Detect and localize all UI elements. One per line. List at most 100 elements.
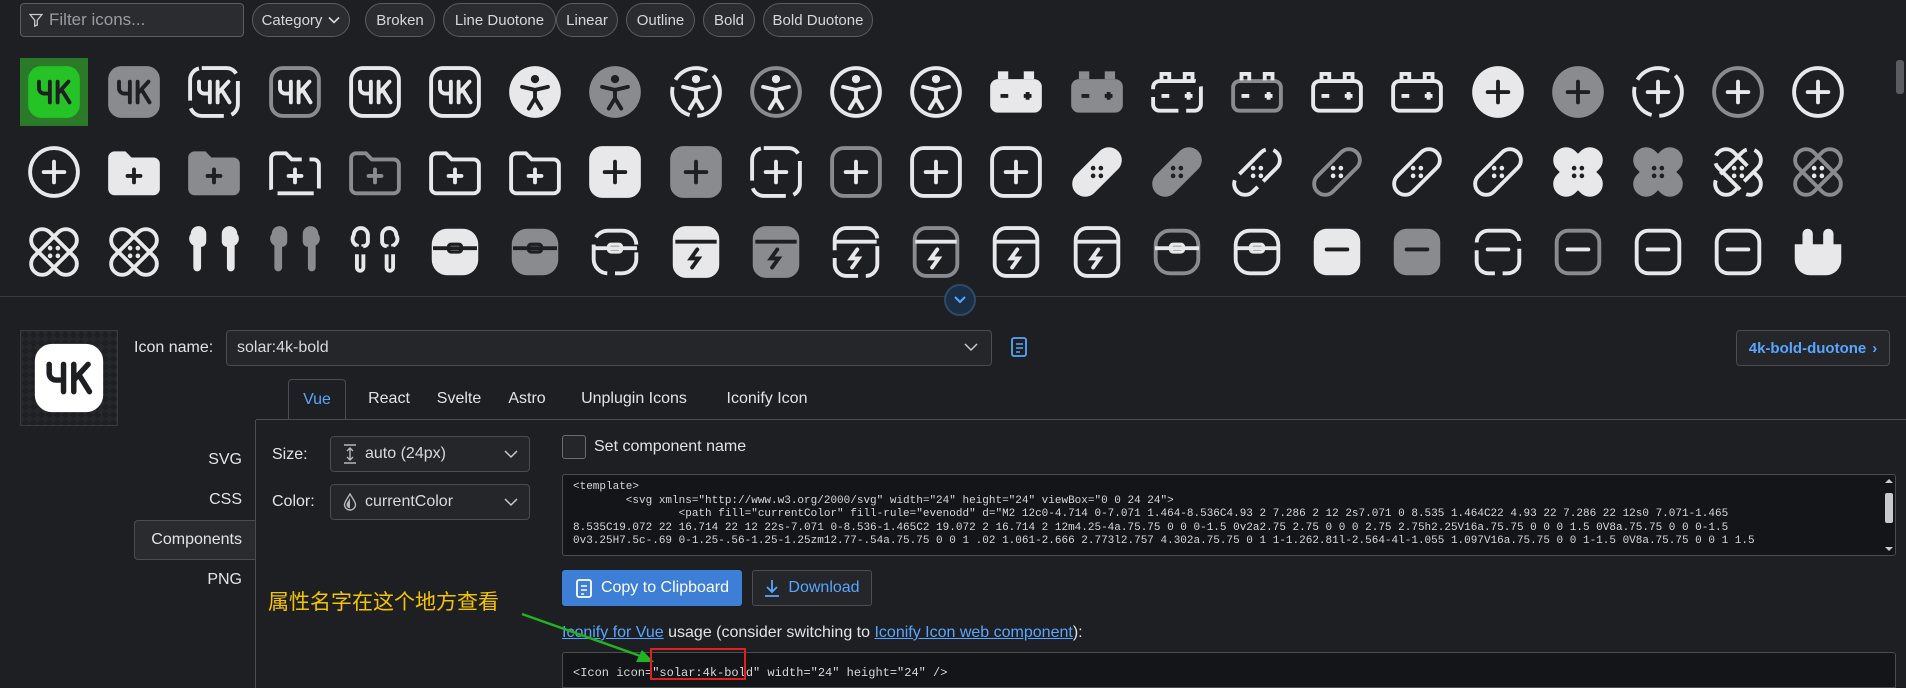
- grid-icon-airbuds-case-charge-linear[interactable]: [982, 218, 1050, 286]
- grid-icon-add-circle-bold-duotone[interactable]: [1544, 58, 1612, 126]
- expand-grid-button[interactable]: [944, 284, 976, 316]
- grid-icon-adhesive-plaster-2-linear[interactable]: [20, 218, 88, 286]
- grid-icon-airbuds-case-minimalistic-line-duotone[interactable]: [1544, 218, 1612, 286]
- grid-icon-adhesive-plaster-2-outline[interactable]: [100, 218, 168, 286]
- side-item-svg[interactable]: SVG: [208, 440, 256, 480]
- set-component-name-checkbox[interactable]: [562, 435, 586, 459]
- grid-icon-add-folder-line-duotone[interactable]: [341, 138, 409, 206]
- chip-line-duotone[interactable]: Line Duotone: [443, 3, 556, 37]
- grid-icon-add-circle-line-duotone[interactable]: [1704, 58, 1772, 126]
- grid-icon-4k-outline[interactable]: [421, 58, 489, 126]
- usage-code[interactable]: <Icon icon="solar:4k-bold" width="24" he…: [562, 652, 1896, 688]
- grid-icon-4k-line-duotone[interactable]: [261, 58, 329, 126]
- tab-react[interactable]: React: [360, 379, 418, 419]
- side-item-css[interactable]: CSS: [209, 480, 256, 520]
- grid-icon-adhesive-plaster-line-duotone[interactable]: [1303, 138, 1371, 206]
- grid-icon-add-square-bold[interactable]: [581, 138, 649, 206]
- grid-icon-airbuds-case-charge-outline[interactable]: [1063, 218, 1131, 286]
- grid-icon-airbuds-bold-duotone[interactable]: [261, 218, 329, 286]
- grid-icon-airbuds-case-bold[interactable]: [421, 218, 489, 286]
- filter-field[interactable]: [20, 3, 244, 37]
- grid-icon-accessibility-bold-duotone[interactable]: [581, 58, 649, 126]
- grid-icon-airbuds-case-charge-bold-duotone[interactable]: [742, 218, 810, 286]
- tab-iconify-icon[interactable]: Iconify Icon: [708, 379, 826, 419]
- grid-icon-adhesive-plaster-linear[interactable]: [1383, 138, 1451, 206]
- grid-icon-add-square-outline[interactable]: [982, 138, 1050, 206]
- chip-bold[interactable]: Bold: [703, 3, 755, 37]
- grid-icon-airbuds-case-linear[interactable]: [1223, 218, 1291, 286]
- grid-icon-4k-bold-duotone[interactable]: [100, 58, 168, 126]
- filter-input[interactable]: [49, 10, 239, 30]
- grid-icon-add-folder-bold-duotone[interactable]: [180, 138, 248, 206]
- category-dropdown[interactable]: Category: [252, 3, 350, 37]
- grid-icon-accessibility-bold[interactable]: [501, 58, 569, 126]
- component-code[interactable]: <template> <svg xmlns="http://www.w3.org…: [562, 474, 1896, 556]
- iconify-web-component-link[interactable]: Iconify Icon web component: [874, 624, 1072, 641]
- grid-icon-add-square-broken[interactable]: [742, 138, 810, 206]
- grid-icon-add-folder-broken[interactable]: [261, 138, 329, 206]
- next-icon-link[interactable]: 4k-bold-duotone ›: [1736, 330, 1890, 366]
- grid-icon-adhesive-plaster-bold[interactable]: [1063, 138, 1131, 206]
- grid-icon-accumulator-line-duotone[interactable]: [1223, 58, 1291, 126]
- grid-icon-accessibility-line-duotone[interactable]: [742, 58, 810, 126]
- grid-icon-accessibility-linear[interactable]: [822, 58, 890, 126]
- grid-icon-accessibility-broken[interactable]: [662, 58, 730, 126]
- grid-icon-accumulator-bold-duotone[interactable]: [1063, 58, 1131, 126]
- grid-icon-airbuds-case-charge-bold[interactable]: [662, 218, 730, 286]
- chip-bold-duotone[interactable]: Bold Duotone: [763, 3, 873, 37]
- grid-icon-accumulator-bold[interactable]: [982, 58, 1050, 126]
- grid-icon-airbuds-case-minimalistic-bold-duotone[interactable]: [1383, 218, 1451, 286]
- size-select[interactable]: auto (24px): [330, 436, 530, 472]
- grid-icon-adhesive-plaster-2-bold[interactable]: [1544, 138, 1612, 206]
- chip-broken[interactable]: Broken: [365, 3, 435, 37]
- grid-icon-add-circle-outline[interactable]: [20, 138, 88, 206]
- grid-icon-airbuds-bold[interactable]: [180, 218, 248, 286]
- tab-svelte[interactable]: Svelte: [428, 379, 490, 419]
- grid-icon-add-folder-outline[interactable]: [501, 138, 569, 206]
- grid-icon-airbuds-case-open-bold[interactable]: [1784, 218, 1852, 286]
- grid-icon-accumulator-linear[interactable]: [1303, 58, 1371, 126]
- grid-icon-add-square-linear[interactable]: [902, 138, 970, 206]
- download-button[interactable]: Download: [752, 570, 872, 606]
- grid-icon-airbuds-case-line-duotone[interactable]: [1143, 218, 1211, 286]
- chip-linear[interactable]: Linear: [556, 3, 618, 37]
- side-item-components[interactable]: Components: [134, 520, 256, 560]
- grid-icon-airbuds-case-broken[interactable]: [581, 218, 649, 286]
- grid-icon-airbuds-case-minimalistic-linear[interactable]: [1624, 218, 1692, 286]
- grid-icon-add-circle-bold[interactable]: [1464, 58, 1532, 126]
- grid-icon-add-circle-broken[interactable]: [1624, 58, 1692, 126]
- grid-scrollbar[interactable]: [1896, 60, 1904, 94]
- grid-icon-adhesive-plaster-broken[interactable]: [1223, 138, 1291, 206]
- grid-icon-add-square-line-duotone[interactable]: [822, 138, 890, 206]
- tab-unplugin-icons[interactable]: Unplugin Icons: [572, 379, 696, 419]
- grid-icon-accessibility-outline[interactable]: [902, 58, 970, 126]
- grid-icon-adhesive-plaster-2-bold-duotone[interactable]: [1624, 138, 1692, 206]
- grid-icon-adhesive-plaster-2-line-duotone[interactable]: [1784, 138, 1852, 206]
- icon-name-field[interactable]: solar:4k-bold: [226, 330, 992, 366]
- grid-icon-add-square-bold-duotone[interactable]: [662, 138, 730, 206]
- grid-icon-add-circle-linear[interactable]: [1784, 58, 1852, 126]
- grid-icon-4k-bold[interactable]: [20, 58, 88, 126]
- grid-icon-add-folder-bold[interactable]: [100, 138, 168, 206]
- grid-icon-accumulator-broken[interactable]: [1143, 58, 1211, 126]
- grid-icon-airbuds-case-minimalistic-outline[interactable]: [1704, 218, 1772, 286]
- copy-to-clipboard-button[interactable]: Copy to Clipboard: [562, 570, 742, 606]
- grid-icon-adhesive-plaster-bold-duotone[interactable]: [1143, 138, 1211, 206]
- chip-outline[interactable]: Outline: [626, 3, 695, 37]
- color-select[interactable]: currentColor: [330, 484, 530, 520]
- grid-icon-airbuds-case-charge-line-duotone[interactable]: [902, 218, 970, 286]
- grid-icon-accumulator-outline[interactable]: [1383, 58, 1451, 126]
- side-item-png[interactable]: PNG: [207, 560, 256, 600]
- grid-icon-adhesive-plaster-2-broken[interactable]: [1704, 138, 1772, 206]
- tab-astro[interactable]: Astro: [502, 379, 552, 419]
- copy-name-icon[interactable]: [1008, 336, 1030, 360]
- grid-icon-airbuds-case-minimalistic-broken[interactable]: [1464, 218, 1532, 286]
- grid-icon-4k-broken[interactable]: [180, 58, 248, 126]
- grid-icon-4k-linear[interactable]: [341, 58, 409, 126]
- grid-icon-add-folder-linear[interactable]: [421, 138, 489, 206]
- grid-icon-airbuds-case-bold-duotone[interactable]: [501, 218, 569, 286]
- code-scrollbar[interactable]: [1884, 477, 1894, 553]
- grid-icon-airbuds-broken[interactable]: [341, 218, 409, 286]
- grid-icon-airbuds-case-charge-broken[interactable]: [822, 218, 890, 286]
- grid-icon-airbuds-case-minimalistic-bold[interactable]: [1303, 218, 1371, 286]
